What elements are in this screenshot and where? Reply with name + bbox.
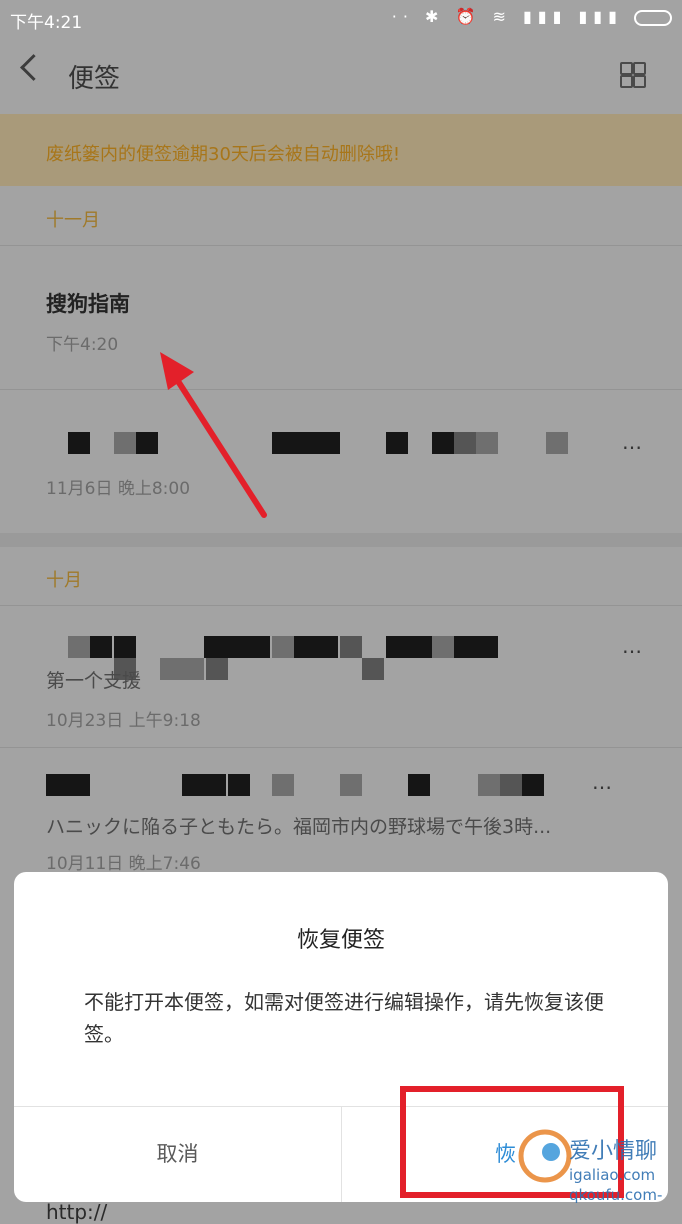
grid-view-icon[interactable]	[620, 62, 646, 88]
note-title[interactable]: 搜狗指南	[46, 288, 130, 318]
divider	[0, 605, 682, 606]
section-gap	[0, 533, 682, 547]
divider	[0, 389, 682, 390]
note-preview-ellipsis: …	[592, 770, 612, 794]
svg-text:爱小情聊: 爱小情聊	[569, 1139, 657, 1164]
note-preview-redacted[interactable]: …	[0, 766, 682, 806]
note-preview-ellipsis: …	[622, 634, 642, 658]
status-icons-glyphs: ·· ✱ ⏰ ≋ ▮▮▮ ▮▮▮	[391, 7, 623, 26]
divider	[0, 747, 682, 748]
dialog-message: 不能打开本便签，如需对便签进行编辑操作，请先恢复该便签。	[84, 990, 604, 1046]
note-date: 下午4:20	[46, 335, 119, 355]
note-date: 10月11日 晚上7:46	[46, 854, 201, 874]
battery-icon	[634, 9, 672, 26]
note-preview-line: ハニックに陥る子ともたら。福岡市内の野球場で午後3時...	[46, 816, 552, 838]
note-preview-line: 第一个支援	[46, 670, 142, 692]
status-bar: 下午4:21 ·· ✱ ⏰ ≋ ▮▮▮ ▮▮▮	[0, 0, 682, 38]
watermark-graphic: 爱小情聊 igaliao.com qkoufu.com-	[518, 1129, 662, 1204]
divider	[0, 245, 682, 246]
section-header-november: 十一月	[46, 210, 100, 231]
banner-text: 废纸篓内的便签逾期30天后会被自动删除哦!	[46, 144, 401, 165]
background-url-line: http://	[46, 1200, 108, 1224]
svg-text:qkoufu.com-: qkoufu.com-	[569, 1186, 662, 1204]
note-preview-redacted[interactable]: …	[0, 420, 682, 460]
status-icons: ·· ✱ ⏰ ≋ ▮▮▮ ▮▮▮	[392, 7, 672, 26]
section-header-october: 十月	[46, 570, 82, 591]
note-date: 11月6日 晚上8:00	[46, 479, 191, 499]
note-date: 10月23日 上午9:18	[46, 711, 201, 731]
svg-text:igaliao.com: igaliao.com	[569, 1166, 655, 1184]
dialog-title: 恢复便签	[296, 928, 385, 953]
status-time: 下午4:21	[10, 13, 83, 33]
note-preview-ellipsis: …	[622, 430, 642, 454]
watermark-logo: 爱小情聊 igaliao.com qkoufu.com-	[505, 1122, 675, 1206]
cancel-button[interactable]: 取消	[14, 1107, 341, 1202]
trash-notice-banner: 废纸篓内的便签逾期30天后会被自动删除哦!	[0, 114, 682, 186]
page-title: 便签	[68, 64, 121, 94]
